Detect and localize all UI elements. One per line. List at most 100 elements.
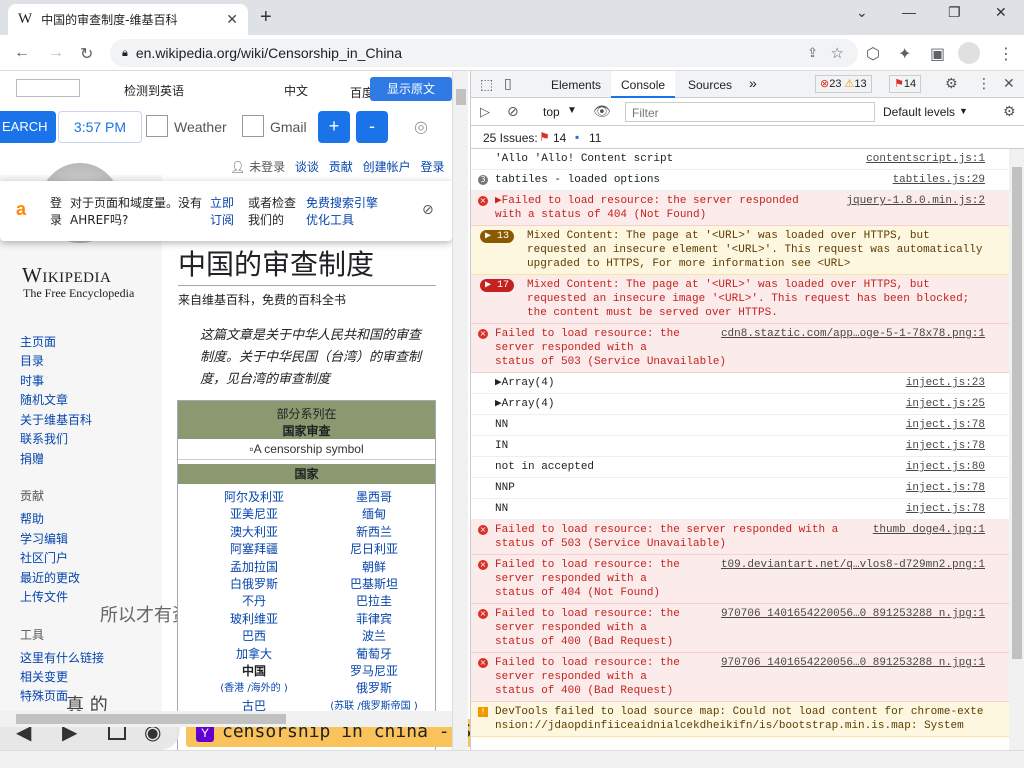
console-message[interactable]: NN inject.js:78 [471, 499, 1009, 520]
context-selector[interactable]: top [543, 105, 560, 119]
profile-avatar[interactable] [958, 42, 980, 64]
country-link[interactable]: 巴拉圭 [314, 592, 434, 609]
repeat-count-badge[interactable]: ▶ 17 [480, 279, 515, 292]
country-link[interactable]: 新西兰 [314, 523, 434, 540]
country-link[interactable]: 巴西 [194, 627, 314, 644]
console-message[interactable]: tabtiles - loaded options 3 tabtiles.js:29 [471, 170, 1009, 191]
chevron-down-icon[interactable]: ⌄ [856, 4, 868, 21]
zoom-in-button[interactable]: + [318, 111, 350, 143]
share-icon[interactable]: ⇪ [807, 45, 818, 61]
more-tabs-icon[interactable]: » [749, 75, 757, 91]
country-link[interactable]: 朝鲜 [314, 558, 434, 575]
country-link[interactable]: (苏联 /俄罗斯帝国 ) [314, 697, 434, 712]
country-link[interactable]: 缅甸 [314, 505, 434, 522]
source-link[interactable]: inject.js:78 [902, 502, 985, 516]
country-link[interactable]: 阿塞拜疆 [194, 540, 314, 557]
page-horizontal-scrollbar[interactable] [0, 711, 452, 727]
sidebar-item-portal[interactable]: 社区门户 [20, 549, 68, 566]
country-link[interactable]: 阿尔及利亚 [194, 488, 314, 505]
country-link[interactable]: (香港 /海外的 ) [194, 679, 314, 694]
zoom-out-button[interactable]: - [356, 111, 388, 143]
country-link[interactable]: 亚美尼亚 [194, 505, 314, 522]
menu-kebab-icon[interactable]: ⋮ [998, 44, 1014, 64]
console-message[interactable]: Failed to load resource: the server resp… [471, 653, 1009, 702]
show-original-button[interactable]: 显示原文 [370, 77, 452, 101]
device-toolbar-icon[interactable]: ▯ [504, 75, 512, 92]
console-message[interactable]: Mixed Content: The page at '<URL>' was l… [471, 275, 1009, 324]
sidebar-item-about[interactable]: 关于维基百科 [20, 411, 92, 428]
sidebar-item-help[interactable]: 帮助 [20, 510, 44, 527]
country-link[interactable]: 尼日利亚 [314, 540, 434, 557]
country-link[interactable]: 孟加拉国 [194, 558, 314, 575]
sidebar-item-related[interactable]: 相关变更 [20, 668, 68, 685]
console-message[interactable]: Failed to load resource: the server resp… [471, 555, 1009, 604]
page-vertical-scrollbar[interactable] [452, 71, 468, 750]
gmail-link[interactable]: Gmail [270, 119, 307, 135]
console-scrollbar[interactable] [1009, 149, 1024, 750]
clear-console-icon[interactable]: ⊘ [507, 103, 519, 120]
console-message[interactable]: ▶Array(4) inject.js:23 [471, 373, 1009, 394]
tab-elements[interactable]: Elements [551, 78, 601, 92]
minimize-icon[interactable]: — [902, 4, 916, 20]
country-link[interactable]: 加拿大 [194, 645, 314, 662]
console-message[interactable]: ▶Failed to load resource: the server res… [471, 191, 1009, 226]
live-expression-eye-icon[interactable]: 👁︎ [593, 103, 611, 120]
issues-counter[interactable]: ⚑14 [889, 75, 922, 93]
issues-bar[interactable]: 25 Issues: ⚑ 14 ▪ 11 [471, 127, 1024, 149]
sidebar-item-donate[interactable]: 捐赠 [20, 450, 44, 467]
filter-input[interactable]: Filter [625, 102, 875, 122]
country-link[interactable]: 菲律宾 [314, 610, 434, 627]
inspect-icon[interactable]: ⬚ [480, 76, 493, 93]
reload-icon[interactable]: ↻ [80, 44, 93, 64]
eye-hidden-icon[interactable]: ◎ [414, 117, 428, 137]
country-link[interactable]: 罗马尼亚 [314, 662, 434, 679]
country-link[interactable]: 白俄罗斯 [194, 575, 314, 592]
country-link[interactable]: 巴基斯坦 [314, 575, 434, 592]
source-link[interactable]: 970706 1401654220056…0 891253288 n.jpg:1 [716, 656, 985, 670]
bottom-scrollbar[interactable] [0, 750, 1024, 768]
new-tab-button[interactable]: + [260, 6, 272, 29]
ahref-subscribe-link[interactable]: 立即订阅 [210, 195, 240, 229]
sidebar-item-random[interactable]: 随机文章 [20, 391, 68, 408]
sidebar-item-contents[interactable]: 目录 [20, 352, 44, 369]
login-link[interactable]: 登录 [420, 160, 444, 174]
console-message[interactable]: DevTools failed to load source map: Coul… [471, 702, 1009, 737]
console-message[interactable]: Mixed Content: The page at '<URL>' was l… [471, 226, 1009, 275]
source-link[interactable]: inject.js:78 [902, 418, 985, 432]
console-message[interactable]: not in accepted inject.js:80 [471, 457, 1009, 478]
console-message[interactable]: NNP inject.js:78 [471, 478, 1009, 499]
extension-icon[interactable]: ⬡ [866, 44, 880, 64]
console-message[interactable]: Failed to load resource: the server resp… [471, 324, 1009, 373]
devtools-menu-icon[interactable]: ⋮ [977, 75, 991, 92]
source-link[interactable]: inject.js:23 [902, 376, 985, 390]
console-message[interactable]: Failed to load resource: the server resp… [471, 604, 1009, 653]
error-warning-counter[interactable]: ⊗23 ⚠13 [815, 75, 872, 93]
country-link[interactable]: 澳大利亚 [194, 523, 314, 540]
create-account-link[interactable]: 创建帐户 [363, 160, 411, 174]
scroll-thumb[interactable] [456, 89, 466, 105]
sidebar-item-upload[interactable]: 上传文件 [20, 588, 68, 605]
source-link[interactable]: inject.js:25 [902, 397, 985, 411]
contributions-link[interactable]: 贡献 [329, 160, 353, 174]
source-link[interactable]: tabtiles.js:29 [889, 173, 985, 187]
search-button[interactable]: EARCH [0, 111, 56, 143]
sidepanel-icon[interactable]: ▣ [930, 44, 945, 64]
country-link[interactable]: 俄罗斯 [314, 679, 434, 696]
bookmark-star-icon[interactable]: ☆ [831, 44, 844, 62]
console-message[interactable]: IN inject.js:78 [471, 436, 1009, 457]
tab-close-icon[interactable]: ✕ [226, 11, 238, 28]
country-link[interactable]: 葡萄牙 [314, 645, 434, 662]
source-link[interactable]: inject.js:78 [902, 481, 985, 495]
source-link[interactable]: t09.deviantart.net/q…vlos8-d729mn2.png:1 [716, 558, 985, 572]
source-link[interactable]: inject.js:78 [902, 439, 985, 453]
country-link[interactable]: 墨西哥 [314, 488, 434, 505]
extensions-puzzle-icon[interactable]: ✦ [898, 44, 911, 64]
devtools-close-icon[interactable]: ✕ [1003, 75, 1015, 92]
country-link[interactable]: 中国 [194, 662, 314, 679]
tab-sources[interactable]: Sources [688, 78, 732, 92]
ahref-login-link[interactable]: 登录 [50, 195, 66, 229]
country-link[interactable]: 波兰 [314, 627, 434, 644]
talk-link[interactable]: 谈谈 [295, 160, 319, 174]
infobox-topic[interactable]: 国家审查 [178, 422, 435, 439]
source-link[interactable]: inject.js:80 [902, 460, 985, 474]
